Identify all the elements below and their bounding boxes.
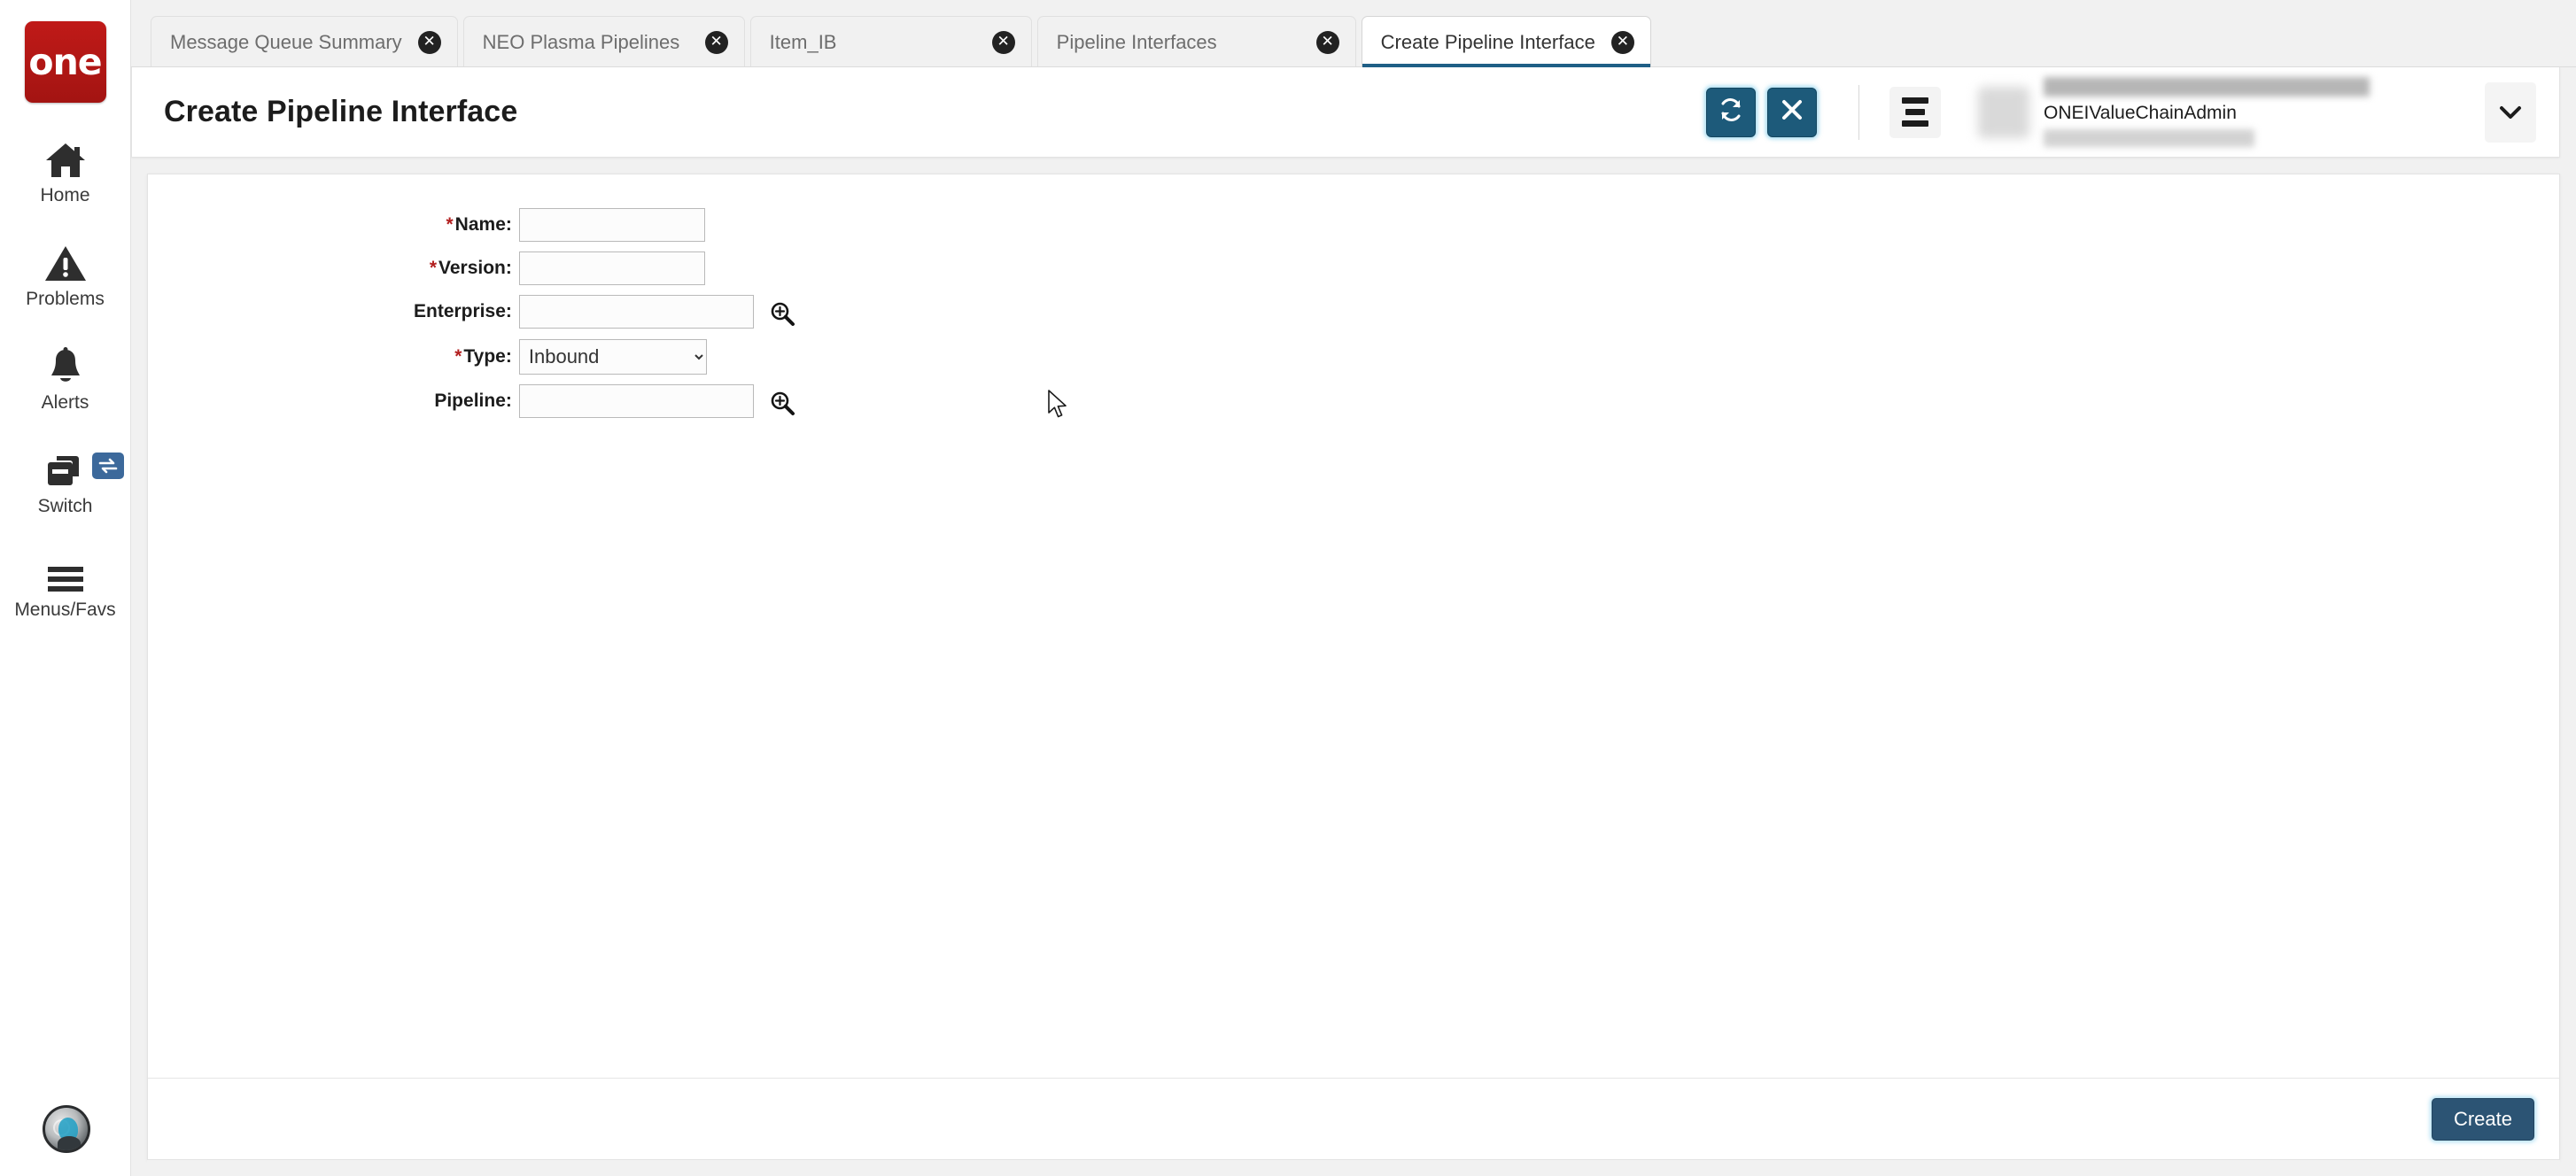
label-enterprise: Enterprise: bbox=[414, 301, 512, 322]
sidebar-item-switch[interactable]: Switch bbox=[0, 444, 131, 517]
tab-strip: Message Queue Summary ✕ NEO Plasma Pipel… bbox=[131, 0, 2576, 67]
close-x-icon bbox=[1781, 98, 1804, 126]
form-row-type: *Type: Inbound Outbound bbox=[414, 338, 798, 384]
version-input[interactable] bbox=[518, 251, 705, 285]
form-card: *Name: *Version: Enterprise: *Type: Inbo… bbox=[147, 174, 2560, 1160]
label-type: *Type: bbox=[454, 345, 512, 367]
swap-arrows-icon[interactable] bbox=[91, 453, 124, 479]
pipeline-input[interactable] bbox=[518, 383, 754, 418]
form-row-pipeline: Pipeline: bbox=[414, 383, 798, 429]
field-label-text: Version bbox=[438, 258, 506, 278]
list-menu-button[interactable] bbox=[1889, 86, 1941, 138]
tab-label: Create Pipeline Interface bbox=[1380, 30, 1595, 53]
required-asterisk: * bbox=[446, 214, 454, 235]
sidebar-item-label-menus-favs: Menus/Favs bbox=[14, 600, 116, 620]
page-title: Create Pipeline Interface bbox=[164, 95, 518, 128]
field-cell-pipeline bbox=[518, 383, 798, 429]
windows-stack-icon bbox=[44, 444, 87, 490]
tab-item-ib[interactable]: Item_IB ✕ bbox=[749, 16, 1032, 67]
name-input[interactable] bbox=[518, 208, 705, 242]
user-role-label: ONEIValueChainAdmin bbox=[2044, 103, 2237, 124]
home-icon bbox=[44, 133, 87, 179]
sidebar-item-alerts[interactable]: Alerts bbox=[0, 340, 131, 414]
sidebar-item-menus-favs[interactable]: Menus/Favs bbox=[0, 547, 131, 621]
user-org-redacted bbox=[2044, 128, 2254, 147]
header-actions: ONEIValueChainAdmin bbox=[1695, 77, 2536, 147]
brand-wordmark: one bbox=[28, 40, 102, 83]
field-label-text: Enterprise bbox=[414, 301, 506, 322]
sidebar-item-label-switch: Switch bbox=[37, 496, 93, 516]
create-pipeline-interface-form: *Name: *Version: Enterprise: *Type: Inbo… bbox=[148, 174, 2559, 1078]
brand-logo[interactable]: one bbox=[24, 21, 106, 103]
left-sidebar: one Home Problems Alerts Switch Menus/Fa… bbox=[0, 0, 131, 1176]
required-asterisk: * bbox=[454, 345, 462, 367]
close-circle-icon[interactable]: ✕ bbox=[991, 30, 1015, 54]
form-field-table: *Name: *Version: Enterprise: *Type: Inbo… bbox=[414, 208, 798, 429]
content-wrapper: *Name: *Version: Enterprise: *Type: Inbo… bbox=[131, 158, 2576, 1176]
field-cell-version bbox=[518, 251, 798, 295]
refresh-button[interactable] bbox=[1706, 87, 1756, 137]
sidebar-item-home[interactable]: Home bbox=[0, 133, 131, 206]
type-select[interactable]: Inbound Outbound bbox=[518, 338, 707, 375]
label-pipeline: Pipeline: bbox=[434, 391, 512, 412]
required-asterisk: * bbox=[429, 258, 437, 278]
application-root: one Home Problems Alerts Switch Menus/Fa… bbox=[0, 0, 2576, 1176]
search-plus-icon[interactable] bbox=[766, 387, 798, 419]
field-label-text: Pipeline bbox=[434, 391, 506, 412]
sidebar-item-problems[interactable]: Problems bbox=[0, 236, 131, 310]
tab-label: Item_IB bbox=[769, 30, 837, 53]
tab-label: Pipeline Interfaces bbox=[1056, 30, 1217, 53]
close-circle-icon[interactable]: ✕ bbox=[1315, 30, 1339, 54]
field-label-text: Type bbox=[463, 345, 506, 367]
list-menu-icon-bar-1 bbox=[1902, 97, 1928, 104]
list-menu-icon-bar-2 bbox=[1905, 109, 1925, 115]
label-name: *Name: bbox=[446, 214, 512, 235]
ai-assistant-avatar-icon[interactable] bbox=[43, 1105, 90, 1153]
header-divider bbox=[1858, 84, 1859, 140]
close-circle-icon[interactable]: ✕ bbox=[417, 30, 441, 54]
tab-label: Message Queue Summary bbox=[170, 30, 402, 53]
form-row-enterprise: Enterprise: bbox=[414, 295, 798, 339]
user-text-block: ONEIValueChainAdmin bbox=[2044, 77, 2370, 147]
enterprise-input[interactable] bbox=[518, 295, 754, 329]
avatar bbox=[1978, 86, 2029, 138]
form-row-name: *Name: bbox=[414, 208, 798, 251]
user-menu[interactable]: ONEIValueChainAdmin bbox=[1978, 77, 2536, 147]
tab-create-pipeline-interface[interactable]: Create Pipeline Interface ✕ bbox=[1361, 16, 1651, 67]
refresh-icon bbox=[1718, 97, 1744, 128]
ai-orb-neck bbox=[58, 1136, 81, 1150]
field-cell-name bbox=[518, 208, 798, 251]
search-plus-icon[interactable] bbox=[766, 298, 798, 329]
sidebar-item-label-home: Home bbox=[40, 185, 90, 205]
tab-neo-plasma-pipelines[interactable]: NEO Plasma Pipelines ✕ bbox=[462, 16, 745, 67]
close-button[interactable] bbox=[1767, 87, 1817, 137]
tab-label: NEO Plasma Pipelines bbox=[482, 30, 680, 53]
tab-pipeline-interfaces[interactable]: Pipeline Interfaces ✕ bbox=[1036, 16, 1356, 67]
list-menu-icon-bar-3 bbox=[1902, 120, 1928, 127]
bell-icon bbox=[46, 340, 85, 386]
field-cell-type: Inbound Outbound bbox=[518, 338, 798, 384]
form-row-version: *Version: bbox=[414, 251, 798, 295]
warning-triangle-icon bbox=[44, 236, 87, 282]
close-circle-icon[interactable]: ✕ bbox=[704, 30, 728, 54]
page-header-bar: Create Pipeline Interface ONEIValueChain… bbox=[131, 67, 2560, 158]
tab-message-queue-summary[interactable]: Message Queue Summary ✕ bbox=[151, 16, 458, 67]
field-cell-enterprise bbox=[518, 295, 798, 339]
close-circle-icon[interactable]: ✕ bbox=[1610, 30, 1634, 54]
field-label-text: Name bbox=[454, 214, 506, 235]
sidebar-item-label-alerts: Alerts bbox=[41, 392, 89, 413]
form-footer: Create bbox=[148, 1078, 2559, 1159]
main-column: Message Queue Summary ✕ NEO Plasma Pipel… bbox=[131, 0, 2576, 1176]
bottom-spacer bbox=[147, 1160, 2560, 1176]
chevron-down-icon[interactable] bbox=[2485, 81, 2536, 143]
sidebar-item-label-problems: Problems bbox=[26, 289, 105, 309]
label-version: *Version: bbox=[429, 258, 512, 278]
user-fullname-redacted bbox=[2044, 77, 2370, 97]
hamburger-icon bbox=[44, 547, 87, 593]
create-button[interactable]: Create bbox=[2431, 1097, 2534, 1141]
